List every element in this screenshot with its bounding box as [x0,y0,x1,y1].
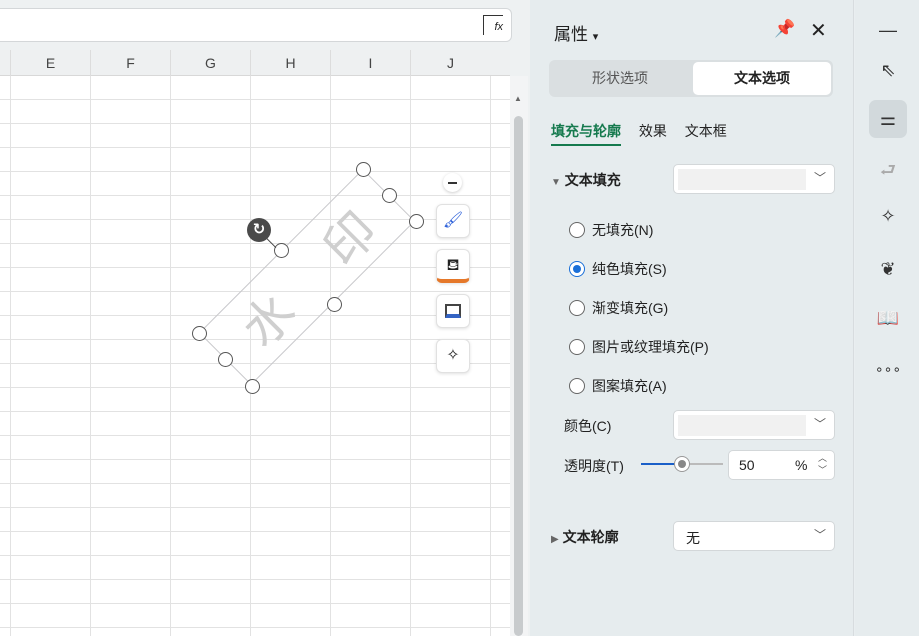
fill-color-button[interactable]: ⛾ [436,249,470,283]
magic-wand-icon: ✧ [446,347,460,364]
column-header[interactable]: H [250,50,330,76]
color-dropdown[interactable]: ﹀ [673,410,835,440]
radio-no-fill[interactable]: 无填充(N) [569,220,653,240]
color-swatch [678,415,806,436]
style-gallery-icon[interactable]: ❦ [869,250,907,288]
effects-button[interactable]: ✧ [436,339,470,373]
column-header[interactable]: G [170,50,250,76]
select-arrow-icon[interactable]: ⇖ [869,51,907,89]
radio-label: 渐变填充(G) [592,300,669,316]
properties-panel: 属性 ▾ 📌 ✕ 形状选项 文本选项 填充与轮廓 效果 文本框 ▼ 文本填充 ﹀… [530,0,854,636]
paint-bucket-icon: ⛾ [446,257,460,274]
radio-circle[interactable] [569,378,585,394]
outline-icon [445,303,461,318]
radio-gradient-fill[interactable]: 渐变填充(G) [569,298,668,318]
tab-text-options[interactable]: 文本选项 [693,62,831,95]
subtab-effects[interactable]: 效果 [639,121,667,141]
resize-handle[interactable] [327,297,342,312]
radio-circle[interactable] [569,339,585,355]
options-segmented-control: 形状选项 文本选项 [549,60,833,97]
radio-label: 图案填充(A) [592,378,667,394]
subtab-textbox[interactable]: 文本框 [685,121,727,141]
chevron-down-icon: ﹀ [813,528,826,542]
text-fill-section-toggle[interactable]: ▼ 文本填充 [551,170,621,190]
spreadsheet-area: fx E F G H I J ▲ 水 印 ↻ 🖌 ⛾ ✧ [0,0,530,636]
scroll-up-icon[interactable]: ▲ [514,94,522,103]
brush-icon: 🖌 [442,212,464,229]
properties-sliders-icon[interactable]: ⚌ [869,100,907,138]
radio-circle[interactable] [569,300,585,316]
resize-handle[interactable] [192,326,207,341]
text-fill-dropdown[interactable]: ﹀ [673,164,835,194]
panel-title[interactable]: 属性 ▾ [554,20,598,45]
panel-title-text: 属性 [554,25,588,44]
tab-shape-options[interactable]: 形状选项 [551,62,689,95]
column-header[interactable]: I [330,50,410,76]
collapse-toolbar-button[interactable] [443,173,462,192]
transparency-value[interactable]: 50 [739,457,755,473]
text-outline-label: 文本轮廓 [562,529,619,545]
resize-handle[interactable] [218,352,233,367]
scroll-thumb[interactable] [514,116,523,636]
close-icon[interactable]: ✕ [810,18,827,43]
caret-right-icon: ▶ [551,534,559,545]
convert-icon[interactable]: ⮐ [869,151,907,189]
book-search-icon[interactable]: 📖 [869,299,907,337]
insert-function-icon[interactable]: fx [483,15,503,35]
text-outline-section-toggle[interactable]: ▶ 文本轮廓 [551,527,619,547]
slider-knob[interactable] [674,456,690,472]
text-outline-value: 无 [686,530,700,546]
chevron-down-icon: ▾ [592,31,599,43]
pin-icon[interactable]: 📌 [774,19,795,39]
column-header[interactable]: F [90,50,170,76]
transparency-slider[interactable] [641,456,723,472]
subtabs: 填充与轮廓 效果 文本框 [551,121,741,146]
outline-button[interactable] [436,294,470,328]
transparency-label: 透明度(T) [564,458,624,474]
brush-style-button[interactable]: 🖌 [436,204,470,238]
minimize-icon[interactable]: — [869,11,907,49]
formula-bar[interactable]: fx [0,8,512,42]
text-fill-label: 文本填充 [564,172,621,188]
radio-label: 无填充(N) [592,222,654,238]
radio-label: 图片或纹理填充(P) [592,339,709,355]
chevron-down-icon: ﹀ [813,417,826,431]
percent-unit: % [795,457,808,473]
fill-swatch [678,169,806,190]
resize-handle[interactable] [356,162,371,177]
radio-circle[interactable] [569,261,585,277]
column-header-row: E F G H I J [0,50,510,76]
subtab-fill-outline[interactable]: 填充与轮廓 [551,121,621,146]
radio-pattern-fill[interactable]: 图案填充(A) [569,376,667,396]
right-toolbar: — ⇖ ⚌ ⮐ ✧ ❦ 📖 ∘∘∘ [855,0,919,636]
resize-handle[interactable] [245,379,260,394]
resize-handle[interactable] [409,214,424,229]
radio-circle[interactable] [569,222,585,238]
color-label: 颜色(C) [564,418,612,434]
resize-handle[interactable] [382,188,397,203]
magic-wand-icon[interactable]: ✧ [869,197,907,235]
chevron-down-icon: ﹀ [813,171,826,185]
rotate-handle-icon[interactable]: ↻ [247,218,271,242]
radio-label: 纯色填充(S) [592,261,667,277]
transparency-input[interactable]: 50 % ︿ ﹀ [728,450,835,480]
radio-picture-fill[interactable]: 图片或纹理填充(P) [569,337,709,357]
stepper-icon[interactable]: ︿ ﹀ [818,452,827,476]
column-header[interactable]: E [10,50,90,76]
resize-handle[interactable] [274,243,289,258]
vertical-scrollbar[interactable]: ▲ [510,76,528,636]
column-header[interactable]: J [410,50,490,76]
text-outline-dropdown[interactable]: 无 ﹀ [673,521,835,551]
radio-solid-fill[interactable]: 纯色填充(S) [569,259,667,279]
caret-down-icon: ▼ [551,177,561,188]
more-icon[interactable]: ∘∘∘ [869,350,907,388]
